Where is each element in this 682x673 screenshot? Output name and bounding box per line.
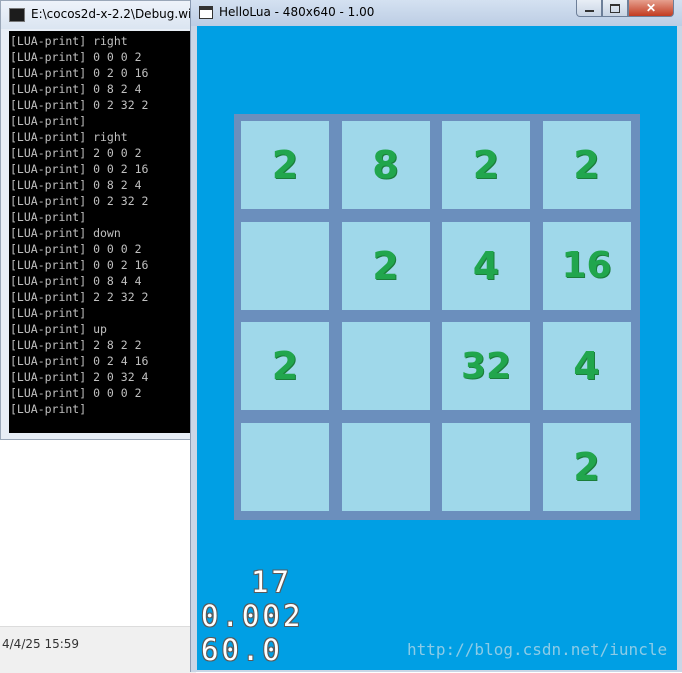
board-cell: 2: [442, 121, 530, 209]
console-line: [LUA-print] 0 2 4 16: [10, 354, 149, 368]
background-window-strip: 4/4/25 15:59: [0, 626, 196, 673]
console-line: [LUA-print] 0 2 32 2: [10, 98, 149, 112]
game-window[interactable]: HelloLua - 480x640 - 1.00 ✕ 2 8 2 2 2 4 16 2 32 4…: [190, 0, 682, 672]
board-cell: [442, 422, 530, 511]
console-line: [LUA-print] 2 0 0 2: [10, 146, 142, 160]
console-app-icon: [9, 8, 25, 22]
console-lines: [LUA-print] right [LUA-print] 0 0 0 2 [LUA…: [9, 31, 195, 417]
board-cell: [341, 422, 430, 511]
console-line: [LUA-print] 0 2 32 2: [10, 194, 149, 208]
console-line: [LUA-print]: [10, 306, 87, 320]
board-cell: 4: [442, 221, 530, 310]
console-line: [LUA-print] 0 0 0 2: [10, 386, 142, 400]
console-line: [LUA-print] down: [10, 226, 121, 240]
console-line: [LUA-print]: [10, 210, 87, 224]
console-line: [LUA-print] 2 8 2 2: [10, 338, 142, 352]
console-line: [LUA-print] right: [10, 130, 128, 144]
maximize-button[interactable]: [602, 0, 628, 17]
console-line: [LUA-print] 0 8 2 4: [10, 82, 142, 96]
game-titlebar[interactable]: HelloLua - 480x640 - 1.00 ✕: [191, 0, 682, 26]
watermark: http://blog.csdn.net/iuncle: [407, 640, 668, 659]
console-line: [LUA-print] 2 2 32 2: [10, 290, 149, 304]
console-title: E:\cocos2d-x-2.2\Debug.win: [31, 7, 199, 21]
window-app-icon: [199, 6, 213, 19]
frame-time-stat: 0.002: [201, 599, 304, 633]
board-cell: 4: [542, 322, 631, 410]
console-output: [LUA-print] right [LUA-print] 0 0 0 2 [LUA…: [9, 31, 195, 433]
board-cell: 8: [341, 121, 430, 209]
console-titlebar[interactable]: E:\cocos2d-x-2.2\Debug.win: [1, 1, 199, 29]
console-line: [LUA-print]: [10, 402, 87, 416]
board-cell: 2: [542, 121, 631, 209]
console-line: [LUA-print] 0 2 0 16: [10, 66, 149, 80]
board-cell: [241, 221, 329, 310]
console-line: [LUA-print] right: [10, 34, 128, 48]
console-line: [LUA-print] 0 8 4 4: [10, 274, 142, 288]
game-title: HelloLua - 480x640 - 1.00: [219, 5, 375, 19]
console-window[interactable]: E:\cocos2d-x-2.2\Debug.win [LUA-print] r…: [0, 0, 199, 440]
board-cell: 2: [241, 322, 329, 410]
board-cell: 16: [542, 221, 631, 310]
board-cell: 32: [442, 322, 530, 410]
board-grid: 2 8 2 2 2 4 16 2 32 4 2: [241, 121, 633, 513]
console-line: [LUA-print] 0 0 2 16: [10, 162, 149, 176]
console-line: [LUA-print] 0 0 0 2: [10, 50, 142, 64]
console-line: [LUA-print] up: [10, 322, 107, 336]
game-canvas[interactable]: 2 8 2 2 2 4 16 2 32 4 2 17 0.002 60.0 http://blog.…: [197, 26, 677, 670]
minimize-icon: [584, 9, 594, 12]
maximize-icon: [610, 3, 620, 13]
board-cell: 2: [542, 422, 631, 511]
board-cell: 2: [241, 121, 329, 209]
console-line: [LUA-print] 0 0 2 16: [10, 258, 149, 272]
draw-calls-stat: 17: [251, 565, 292, 599]
board-cell: 2: [341, 221, 430, 310]
console-line: [LUA-print] 2 0 32 4: [10, 370, 149, 384]
console-line: [LUA-print] 0 0 0 2: [10, 242, 142, 256]
minimize-button[interactable]: [576, 0, 602, 17]
console-line: [LUA-print] 0 8 2 4: [10, 178, 142, 192]
timestamp: 4/4/25 15:59: [2, 637, 80, 651]
game-board[interactable]: 2 8 2 2 2 4 16 2 32 4 2: [234, 114, 640, 520]
board-cell: [341, 322, 430, 410]
console-line: [LUA-print]: [10, 114, 87, 128]
board-cell: [241, 422, 329, 511]
fps-stat: 60.0: [201, 633, 283, 667]
close-button[interactable]: ✕: [628, 0, 674, 17]
close-icon: ✕: [645, 1, 657, 15]
